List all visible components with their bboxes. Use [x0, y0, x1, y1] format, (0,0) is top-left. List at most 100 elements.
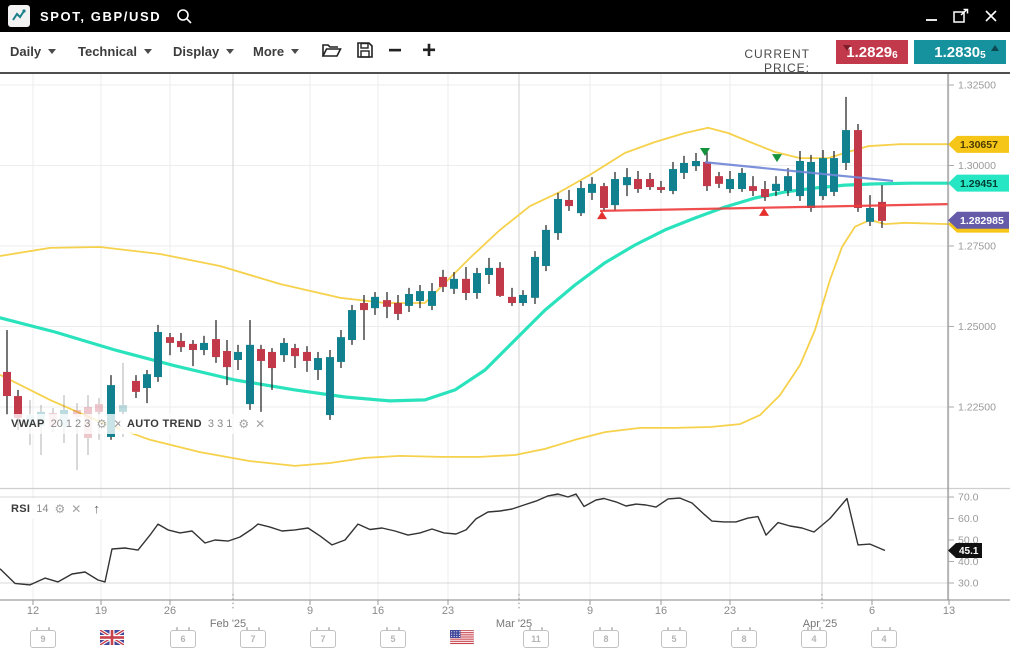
date-tick-label: 23 [724, 605, 736, 617]
close-icon[interactable]: ✕ [71, 502, 81, 516]
candle [405, 288, 413, 312]
date-tick-label: 16 [372, 605, 384, 617]
sell-signal-icon [700, 148, 710, 156]
flag-us-icon[interactable] [450, 630, 474, 650]
expand-arrow-icon[interactable]: ↑ [93, 501, 100, 516]
candle [291, 344, 299, 368]
gear-icon[interactable]: ⚙ [238, 417, 249, 431]
candle [680, 156, 688, 179]
chevron-down-icon [144, 49, 152, 54]
popout-button[interactable] [953, 7, 970, 25]
candle [611, 172, 619, 211]
candle [394, 295, 402, 320]
price-tick-label: 1.32500 [958, 80, 996, 92]
calendar-event-icon[interactable]: 7 [240, 630, 266, 648]
rsi-indicator-label: RSI 14 ⚙ ✕ ↑ [4, 498, 107, 519]
calendar-event-icon[interactable]: 7 [310, 630, 336, 648]
window-title: SPOT, GBP/USD [40, 9, 161, 24]
date-tick-label: 19 [95, 605, 107, 617]
search-icon[interactable] [175, 7, 193, 25]
calendar-event-icon[interactable]: 4 [871, 630, 897, 648]
calendar-event-icon[interactable]: 9 [30, 630, 56, 648]
candle [257, 345, 265, 412]
price-badge-label: 1.30657 [960, 139, 998, 151]
minimize-button[interactable] [925, 7, 939, 25]
price-badge-label: 1.282985 [960, 215, 1004, 227]
candle [450, 272, 458, 294]
candle [280, 338, 288, 362]
candle [634, 171, 642, 193]
candle [715, 172, 723, 188]
menu-more[interactable]: More [253, 44, 299, 59]
save-icon[interactable] [356, 41, 374, 64]
candle [657, 181, 665, 193]
price-axis: 1.32500 1.30000 1.27500 1.25000 1.22500 1.306… [948, 80, 1009, 414]
toolbar: Daily Technical Display More − + CURRENT… [0, 32, 1010, 74]
price-tick-label: 1.27500 [958, 241, 996, 253]
rsi-tick-label: 60.0 [958, 513, 979, 525]
arrow-up-icon [991, 45, 999, 51]
candle [337, 330, 345, 368]
buy-signal-icon [597, 211, 607, 219]
candle [807, 155, 815, 212]
close-button[interactable] [984, 7, 998, 25]
date-tick-label: 26 [164, 605, 176, 617]
date-tick-label: 13 [943, 605, 955, 617]
chevron-down-icon [48, 49, 56, 54]
menu-display[interactable]: Display [173, 44, 234, 59]
candle [542, 225, 550, 271]
price-tick-label: 1.25000 [958, 321, 996, 333]
candle [554, 193, 562, 240]
menu-technical[interactable]: Technical [78, 44, 152, 59]
month-tick-label: Feb '25 [210, 618, 246, 630]
calendar-event-icon[interactable]: 5 [380, 630, 406, 648]
candle [473, 268, 481, 299]
candle [588, 177, 596, 200]
gear-icon[interactable]: ⚙ [55, 502, 66, 516]
date-tick-label: 9 [307, 605, 313, 617]
candle [508, 288, 516, 306]
calendar-event-icon[interactable]: 6 [170, 630, 196, 648]
bid-price-badge: 1.28296 [836, 40, 908, 64]
trend-line-red[interactable] [600, 204, 948, 211]
candle [462, 267, 470, 300]
trading-app-window: 1.32500 1.30000 1.27500 1.25000 1.22500 1.306… [0, 0, 1010, 652]
calendar-event-icon[interactable]: 8 [731, 630, 757, 648]
rsi-tick-label: 70.0 [958, 492, 979, 504]
price-tick-label: 1.22500 [958, 402, 996, 414]
candle [866, 195, 874, 226]
candle [383, 292, 391, 318]
gear-icon[interactable]: ⚙ [96, 417, 107, 431]
chevron-down-icon [291, 49, 299, 54]
date-tick-label: 16 [655, 605, 667, 617]
calendar-event-icon[interactable]: 5 [661, 630, 687, 648]
date-tick-label: 23 [442, 605, 454, 617]
close-icon[interactable]: ✕ [255, 417, 265, 431]
app-logo-icon [8, 5, 30, 27]
candle [692, 153, 700, 171]
menu-timeframe[interactable]: Daily [10, 44, 56, 59]
date-tick-label: 12 [27, 605, 39, 617]
zoom-out-button[interactable]: − [388, 34, 402, 68]
current-price-label: CURRENT PRICE: [698, 47, 810, 75]
open-folder-icon[interactable] [321, 41, 343, 64]
candle [234, 345, 242, 370]
candle [854, 124, 862, 212]
candle [314, 352, 322, 380]
candle [600, 183, 608, 211]
calendar-event-icon[interactable]: 11 [523, 630, 549, 648]
date-tick-label: 6 [869, 605, 875, 617]
calendar-event-icon[interactable]: 4 [801, 630, 827, 648]
price-tick-label: 1.30000 [958, 160, 996, 172]
candle [189, 340, 197, 366]
calendar-event-icon[interactable]: 8 [593, 630, 619, 648]
candle [669, 162, 677, 194]
candle [623, 168, 631, 196]
candle [703, 151, 711, 191]
candle [428, 283, 436, 310]
flag-gb-icon[interactable] [100, 630, 124, 650]
candle [519, 290, 527, 306]
date-tick-label: 9 [587, 605, 593, 617]
candle [738, 168, 746, 192]
zoom-in-button[interactable]: + [422, 34, 436, 68]
